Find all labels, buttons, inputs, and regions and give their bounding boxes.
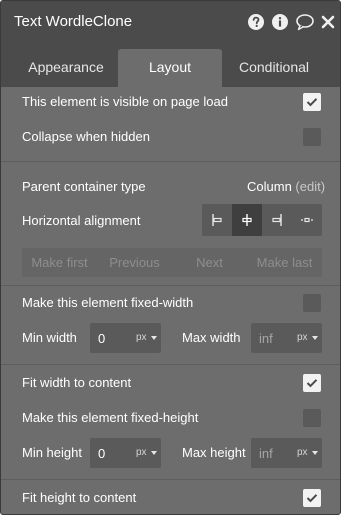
parent-container-label: Parent container type — [22, 179, 146, 194]
checkmark-icon — [306, 98, 318, 107]
align-center-icon — [242, 214, 252, 226]
visible-on-load-checkbox[interactable] — [303, 93, 321, 111]
divider — [1, 285, 340, 286]
tab-conditional[interactable]: Conditional — [222, 49, 326, 87]
panel-header: Text WordleClone — [1, 1, 340, 45]
min-width-unit-select[interactable]: px — [136, 332, 147, 343]
align-justify-button[interactable] — [292, 204, 322, 236]
divider — [1, 161, 340, 162]
chevron-down-icon — [312, 451, 318, 455]
panel-title: Text WordleClone — [14, 13, 133, 30]
previous-button[interactable]: Previous — [97, 248, 172, 277]
min-height-unit-select[interactable]: px — [136, 447, 147, 458]
min-width-input[interactable]: 0 px — [90, 323, 161, 353]
min-height-value: 0 — [98, 446, 106, 461]
visible-on-load-label: This element is visible on page load — [22, 94, 228, 109]
edit-container-link[interactable]: (edit) — [295, 179, 325, 194]
close-icon[interactable] — [321, 13, 339, 31]
info-icon[interactable] — [271, 13, 289, 31]
checkmark-icon — [306, 379, 318, 388]
help-icon[interactable] — [247, 13, 265, 31]
fixed-height-checkbox[interactable] — [303, 409, 321, 427]
fixed-width-label: Make this element fixed-width — [22, 295, 194, 310]
fit-width-checkbox[interactable] — [303, 374, 321, 392]
chevron-down-icon — [151, 336, 157, 340]
tab-appearance[interactable]: Appearance — [14, 49, 118, 87]
fit-height-checkbox[interactable] — [303, 489, 321, 507]
horizontal-alignment-group — [202, 204, 322, 236]
fit-height-label: Fit height to content — [22, 490, 137, 505]
max-height-placeholder: inf — [259, 446, 273, 461]
max-height-input[interactable]: inf px — [251, 438, 322, 468]
property-editor-panel: Text WordleClone Appearance Layout Condi… — [0, 0, 341, 515]
fit-width-label: Fit width to content — [22, 375, 132, 390]
tab-bar: Appearance Layout Conditional — [1, 45, 340, 87]
chevron-down-icon — [151, 451, 157, 455]
align-left-button[interactable] — [202, 204, 232, 236]
align-right-icon — [272, 214, 282, 226]
make-last-button[interactable]: Make last — [247, 248, 322, 277]
max-width-label: Max width — [182, 330, 241, 345]
align-left-icon — [212, 214, 222, 226]
divider — [1, 479, 340, 480]
checkmark-icon — [306, 494, 318, 503]
fixed-height-label: Make this element fixed-height — [22, 410, 199, 425]
align-right-button[interactable] — [262, 204, 292, 236]
chevron-down-icon — [312, 336, 318, 340]
max-width-unit-select[interactable]: px — [297, 332, 308, 343]
collapse-when-hidden-checkbox[interactable] — [303, 128, 321, 146]
max-width-input[interactable]: inf px — [251, 323, 322, 353]
max-height-unit-select[interactable]: px — [297, 447, 308, 458]
min-height-label: Min height — [22, 445, 82, 460]
fixed-width-checkbox[interactable] — [303, 294, 321, 312]
next-button[interactable]: Next — [172, 248, 247, 277]
horizontal-alignment-label: Horizontal alignment — [22, 213, 141, 228]
divider — [1, 364, 340, 365]
make-first-button[interactable]: Make first — [22, 248, 97, 277]
collapse-when-hidden-label: Collapse when hidden — [22, 129, 150, 144]
min-height-input[interactable]: 0 px — [90, 438, 161, 468]
min-width-label: Min width — [22, 330, 77, 345]
max-height-label: Max height — [182, 445, 246, 460]
align-center-button[interactable] — [232, 204, 262, 236]
parent-container-type: Column — [247, 179, 292, 194]
comment-icon[interactable] — [295, 13, 314, 31]
element-order-bar: Make first Previous Next Make last — [22, 248, 322, 277]
max-width-placeholder: inf — [259, 331, 273, 346]
tab-layout[interactable]: Layout — [118, 49, 222, 87]
parent-container-value: Column (edit) — [247, 179, 325, 194]
min-width-value: 0 — [98, 331, 106, 346]
align-stretch-icon — [301, 217, 313, 223]
